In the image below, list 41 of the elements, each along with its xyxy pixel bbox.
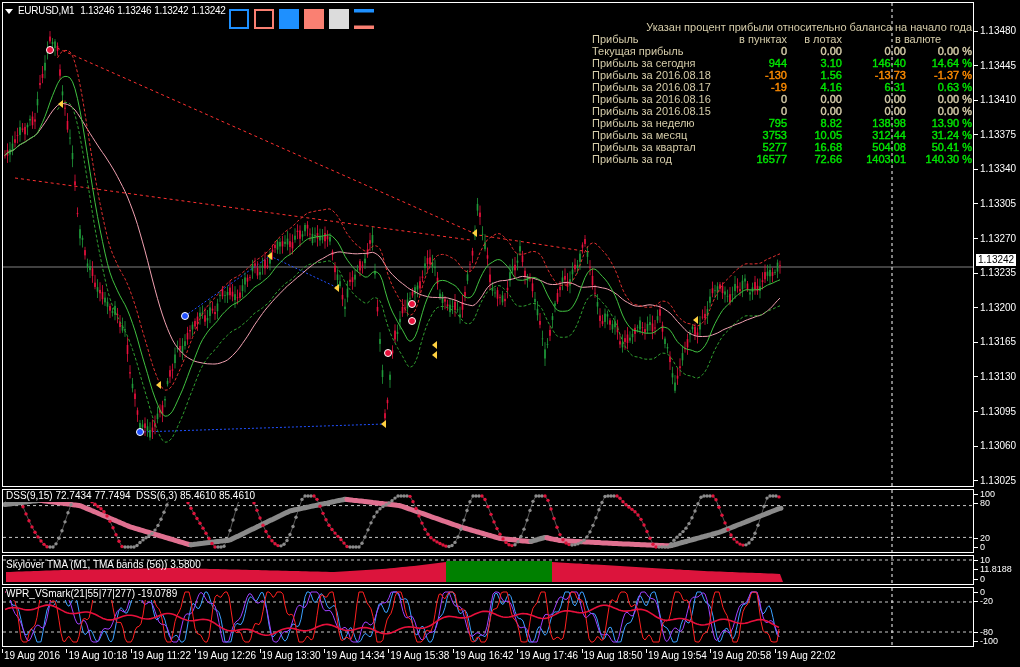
scale-label: 80 bbox=[980, 499, 990, 508]
price-label: 1.13130 bbox=[980, 370, 1017, 383]
indicator-label: Skylover TMA (M1, TMA bands (56)) 3.5800 bbox=[6, 559, 201, 571]
scale-label: 10 bbox=[980, 556, 990, 565]
scale-label: 0 bbox=[980, 575, 985, 584]
scale-label: -80 bbox=[980, 628, 993, 637]
time-label: 19 Aug 12:26 bbox=[197, 650, 257, 662]
time-label: 19 Aug 18:50 bbox=[583, 650, 643, 662]
time-label: 19 Aug 15:38 bbox=[390, 650, 450, 662]
current-price-label: 1.13242 bbox=[976, 254, 1017, 266]
price-label: 1.13025 bbox=[980, 474, 1017, 487]
price-label: 1.13410 bbox=[980, 94, 1017, 107]
price-label: 1.13270 bbox=[980, 232, 1017, 245]
scale-label: -100 bbox=[980, 637, 998, 646]
scale-label: 11.8188 bbox=[980, 565, 1012, 574]
price-label: 1.13340 bbox=[980, 163, 1017, 176]
time-label: 19 Aug 22:02 bbox=[776, 650, 836, 662]
price-label: 1.13200 bbox=[980, 301, 1017, 314]
time-label: 19 Aug 14:34 bbox=[325, 650, 385, 662]
scale-label: 20 bbox=[980, 534, 990, 543]
time-label: 19 Aug 2016 bbox=[4, 650, 61, 662]
scale-label: 0 bbox=[980, 543, 985, 552]
price-label: 1.13305 bbox=[980, 197, 1017, 210]
time-label: 19 Aug 20:58 bbox=[712, 650, 772, 662]
price-label: 1.13480 bbox=[980, 25, 1017, 37]
time-label: 19 Aug 13:30 bbox=[261, 650, 321, 662]
price-label: 1.13095 bbox=[980, 405, 1017, 418]
price-label: 1.13235 bbox=[980, 267, 1017, 280]
scale-label: -20 bbox=[980, 597, 993, 606]
price-label: 1.13060 bbox=[980, 440, 1017, 453]
time-label: 19 Aug 19:54 bbox=[647, 650, 707, 662]
indicator-label: DSS(9,15) 72.7434 77.7494 DSS(6,3) 85.4610 85.4610 bbox=[6, 490, 258, 502]
price-label: 1.13165 bbox=[980, 336, 1017, 349]
time-label: 19 Aug 16:42 bbox=[454, 650, 514, 662]
price-label: 1.13445 bbox=[980, 59, 1017, 72]
time-label: 19 Aug 10:18 bbox=[68, 650, 128, 662]
time-label: 19 Aug 11:22 bbox=[132, 650, 191, 662]
scale-label: 100 bbox=[980, 490, 996, 499]
price-label: 1.13375 bbox=[980, 128, 1017, 141]
scale-label: 0 bbox=[980, 588, 985, 597]
time-label: 19 Aug 17:46 bbox=[519, 650, 579, 662]
